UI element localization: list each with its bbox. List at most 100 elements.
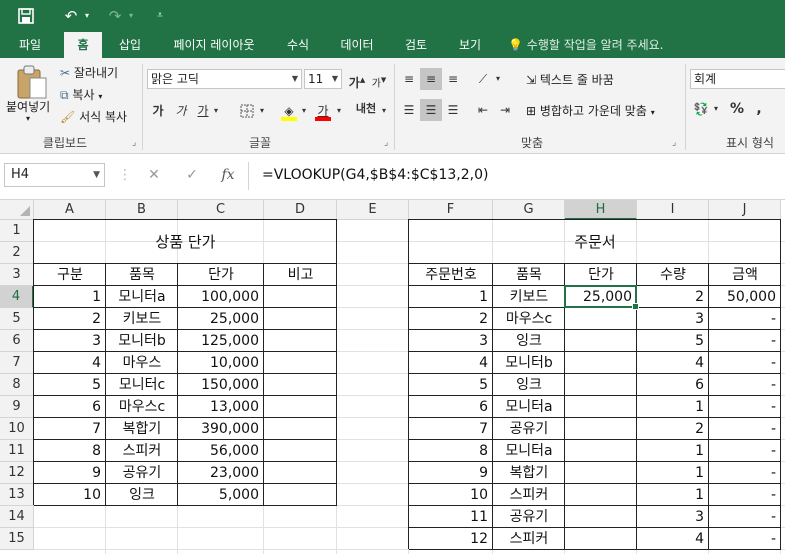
row-header-12[interactable]: 12	[0, 462, 34, 484]
font-color-dropdown-icon[interactable]: ▾	[333, 100, 345, 122]
decrease-indent-icon[interactable]: ⇤	[472, 99, 494, 121]
order-table-cell[interactable]: 6	[637, 374, 709, 396]
price-table-cell[interactable]	[264, 374, 337, 396]
row-header-4[interactable]: 4	[0, 286, 34, 308]
price-table-cell[interactable]: 23,000	[178, 462, 264, 484]
borders-button[interactable]	[236, 100, 258, 122]
row-header-9[interactable]: 9	[0, 396, 34, 418]
order-table-cell[interactable]: 스피커	[493, 484, 565, 506]
order-table-cell[interactable]: -	[709, 418, 781, 440]
price-table-cell[interactable]: 6	[34, 396, 106, 418]
tab-data[interactable]: 데이터	[332, 32, 382, 58]
order-table-cell[interactable]: 모니터b	[493, 352, 565, 374]
order-table-cell[interactable]: 9	[409, 462, 493, 484]
order-table-cell[interactable]: 11	[409, 506, 493, 528]
price-table-cell[interactable]: 5,000	[178, 484, 264, 506]
order-table-cell[interactable]: 5	[637, 330, 709, 352]
price-table-cell[interactable]	[264, 308, 337, 330]
price-table-header[interactable]: 품목	[106, 264, 178, 286]
order-table-cell[interactable]: 4	[409, 352, 493, 374]
price-table-cell[interactable]	[264, 286, 337, 308]
order-table-header[interactable]: 단가	[565, 264, 637, 286]
price-table-header[interactable]: 비고	[264, 264, 337, 286]
undo-icon[interactable]: ↶	[60, 5, 82, 27]
order-table-cell[interactable]: 1	[637, 462, 709, 484]
increase-indent-icon[interactable]: ⇥	[494, 99, 516, 121]
clipboard-launcher-icon[interactable]: ⌟	[132, 138, 136, 148]
align-middle-icon[interactable]: ≡	[420, 68, 442, 90]
percent-button[interactable]: %	[726, 98, 748, 120]
font-color-button[interactable]: 가	[312, 100, 334, 122]
select-all-button[interactable]	[0, 200, 34, 220]
order-table-cell[interactable]: 마우스c	[493, 308, 565, 330]
order-table-cell[interactable]: -	[709, 506, 781, 528]
order-table-cell[interactable]: 50,000	[709, 286, 781, 308]
order-table-cell[interactable]: 공유기	[493, 506, 565, 528]
tab-review[interactable]: 검토	[396, 32, 436, 58]
merge-center-button[interactable]: ⊞ 병합하고 가운데 맞춤 ▾	[526, 102, 655, 119]
price-table-cell[interactable]	[264, 440, 337, 462]
column-header-e[interactable]: E	[337, 200, 409, 220]
order-table-cell[interactable]: 3	[637, 506, 709, 528]
row-header-15[interactable]: 15	[0, 528, 34, 550]
phonetic-button[interactable]: 내천	[352, 98, 380, 120]
order-table-cell[interactable]: 7	[409, 418, 493, 440]
order-table-cell[interactable]: 3	[637, 308, 709, 330]
order-table-cell[interactable]: -	[709, 308, 781, 330]
price-table-cell[interactable]: 공유기	[106, 462, 178, 484]
order-table-cell[interactable]: -	[709, 528, 781, 550]
row-header-6[interactable]: 6	[0, 330, 34, 352]
order-table-cell[interactable]: 1	[637, 484, 709, 506]
order-table-header[interactable]: 주문번호	[409, 264, 493, 286]
order-table-header[interactable]: 수량	[637, 264, 709, 286]
enter-icon[interactable]: ✓	[182, 165, 202, 185]
price-table-cell[interactable]: 10,000	[178, 352, 264, 374]
price-table-cell[interactable]: 마우스c	[106, 396, 178, 418]
save-icon[interactable]	[14, 5, 38, 27]
order-table-cell[interactable]: 12	[409, 528, 493, 550]
price-table-cell[interactable]: 9	[34, 462, 106, 484]
row-header-1[interactable]: 1	[0, 220, 34, 242]
insert-function-icon[interactable]: fx	[218, 165, 238, 185]
order-table-cell[interactable]: 1	[409, 286, 493, 308]
active-cell-cursor[interactable]	[564, 285, 639, 310]
price-table-cell[interactable]: 7	[34, 418, 106, 440]
order-table-cell[interactable]	[565, 440, 637, 462]
order-table-cell[interactable]	[565, 462, 637, 484]
price-table-cell[interactable]: 4	[34, 352, 106, 374]
column-header-f[interactable]: F	[409, 200, 493, 220]
order-table-cell[interactable]: 2	[637, 418, 709, 440]
accounting-dropdown-icon[interactable]: ▾	[710, 98, 722, 120]
cancel-icon[interactable]: ✕	[144, 165, 164, 185]
price-table-cell[interactable]: 모니터b	[106, 330, 178, 352]
fill-color-dropdown-icon[interactable]: ▾	[298, 100, 310, 122]
price-table-cell[interactable]	[264, 418, 337, 440]
price-table-cell[interactable]: 3	[34, 330, 106, 352]
format-painter-button[interactable]: 🖌 서식 복사	[60, 108, 127, 125]
order-table-cell[interactable]: 6	[409, 396, 493, 418]
order-table-cell[interactable]	[565, 374, 637, 396]
row-header-7[interactable]: 7	[0, 352, 34, 374]
tab-file[interactable]: 파일	[8, 32, 52, 58]
order-table-cell[interactable]: 8	[409, 440, 493, 462]
order-table-cell[interactable]: -	[709, 484, 781, 506]
row-header-13[interactable]: 13	[0, 484, 34, 506]
order-table-cell[interactable]: 잉크	[493, 374, 565, 396]
row-header-3[interactable]: 3	[0, 264, 34, 286]
price-table-cell[interactable]: 스피커	[106, 440, 178, 462]
price-table-cell[interactable]: 마우스	[106, 352, 178, 374]
underline-dropdown-icon[interactable]: ▾	[210, 100, 222, 122]
price-table-cell[interactable]: 키보드	[106, 308, 178, 330]
order-table-cell[interactable]: -	[709, 440, 781, 462]
order-table-cell[interactable]: -	[709, 396, 781, 418]
order-table-header[interactable]: 품목	[493, 264, 565, 286]
column-header-j[interactable]: J	[709, 200, 781, 220]
tab-view[interactable]: 보기	[450, 32, 490, 58]
tab-page-layout[interactable]: 페이지 레이아웃	[160, 32, 268, 58]
column-header-h[interactable]: H	[565, 200, 637, 220]
order-table-cell[interactable]: 모니터a	[493, 396, 565, 418]
paste-dropdown-icon[interactable]: ▾	[26, 114, 30, 123]
order-table-cell[interactable]: 공유기	[493, 418, 565, 440]
cut-button[interactable]: ✂ 잘라내기	[60, 64, 118, 81]
row-header-14[interactable]: 14	[0, 506, 34, 528]
